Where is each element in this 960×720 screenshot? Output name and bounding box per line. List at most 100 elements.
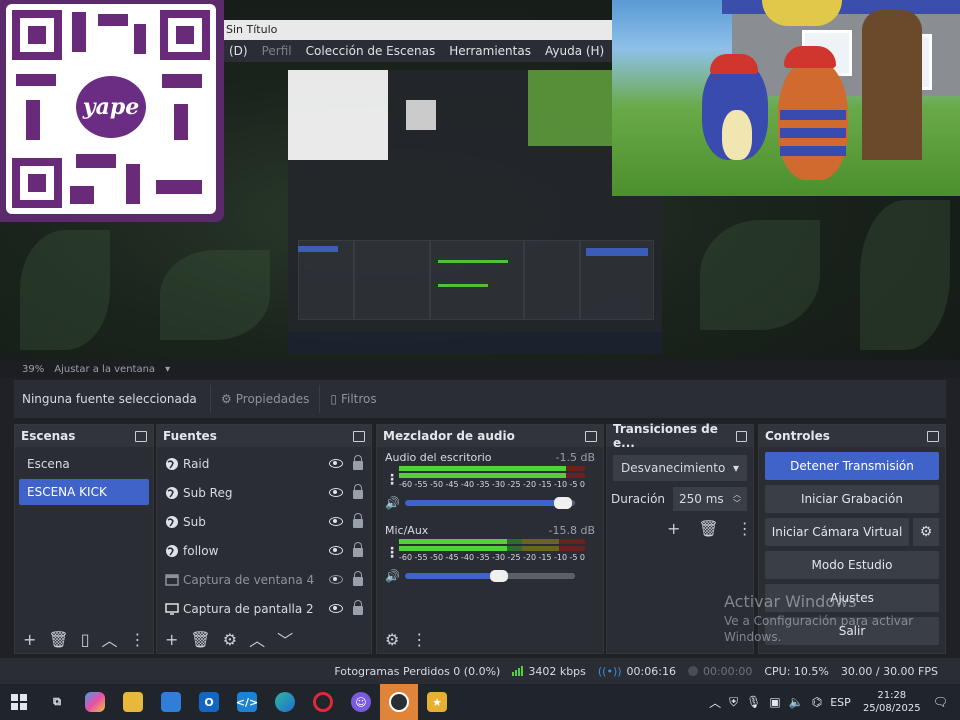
- volume-icon[interactable]: 🔈: [789, 695, 804, 709]
- network-icon[interactable]: ⌬: [812, 695, 822, 709]
- spinner-arrows-icon[interactable]: ︿ ﹀: [733, 490, 741, 508]
- menu-item-profile[interactable]: Perfil: [255, 44, 299, 58]
- trash-icon[interactable]: 🗑: [698, 519, 718, 538]
- source-item-captura-pantalla-2[interactable]: Captura de pantalla 2: [157, 594, 371, 623]
- chevron-up-icon[interactable]: ︿: [102, 627, 118, 651]
- copilot-app[interactable]: [76, 684, 114, 720]
- eye-icon[interactable]: [329, 488, 343, 497]
- source-item-raid[interactable]: Raid: [157, 449, 371, 478]
- add-icon[interactable]: +: [23, 630, 36, 649]
- eye-icon[interactable]: [329, 546, 343, 555]
- start-recording-button[interactable]: Iniciar Grabación: [765, 485, 939, 513]
- chevron-up-icon[interactable]: ︿: [709, 694, 721, 711]
- meter-tick-label: -25: [507, 480, 521, 489]
- undock-icon[interactable]: [585, 430, 597, 442]
- meter-tick-label: -15: [538, 480, 552, 489]
- add-icon[interactable]: +: [165, 630, 178, 649]
- speaker-icon[interactable]: 🔊: [385, 496, 401, 510]
- file-explorer-app[interactable]: [114, 684, 152, 720]
- slider-handle[interactable]: [554, 497, 573, 509]
- meter-level: [399, 539, 507, 544]
- mixer-toolbar: ⚙ ⋮: [377, 625, 603, 653]
- security-icon[interactable]: ⛨: [729, 695, 738, 710]
- source-item-follow[interactable]: follow: [157, 536, 371, 565]
- lock-icon[interactable]: [353, 542, 363, 557]
- chevron-down-icon[interactable]: ▾: [165, 364, 170, 375]
- start-virtual-camera-button[interactable]: Iniciar Cámara Virtual: [765, 518, 909, 546]
- undock-icon[interactable]: [735, 430, 747, 442]
- menu-item-help[interactable]: Ayuda (H): [538, 44, 611, 58]
- volume-slider[interactable]: [405, 497, 575, 509]
- trash-icon[interactable]: 🗑: [48, 630, 68, 649]
- duration-spinbox[interactable]: 250 ms ︿ ﹀: [673, 487, 747, 511]
- gear-icon[interactable]: ⚙: [385, 630, 399, 649]
- virtual-camera-settings-button[interactable]: ⚙: [913, 518, 939, 546]
- chevron-up-icon[interactable]: ︿: [249, 627, 265, 651]
- vscode-app[interactable]: </>: [228, 684, 266, 720]
- trash-icon[interactable]: 🗑: [190, 630, 210, 649]
- dock-title: Mezclador de audio: [383, 429, 515, 443]
- star-app[interactable]: ★: [418, 684, 456, 720]
- lock-icon[interactable]: [353, 484, 363, 499]
- display-icon[interactable]: ▣: [769, 695, 780, 709]
- lock-icon[interactable]: [353, 571, 363, 586]
- stop-streaming-button[interactable]: Detener Transmisión: [765, 452, 939, 480]
- notification-icon[interactable]: 🗨: [933, 695, 948, 709]
- scene-item-escena-kick[interactable]: ESCENA KICK: [19, 479, 149, 505]
- outlook-app[interactable]: O: [190, 684, 228, 720]
- obs-studio-app[interactable]: [380, 684, 418, 720]
- eye-icon[interactable]: [329, 604, 343, 613]
- more-vertical-icon[interactable]: ⋮: [411, 630, 427, 649]
- speaker-icon[interactable]: 🔊: [385, 569, 401, 583]
- more-vertical-icon[interactable]: ⋮: [130, 630, 146, 649]
- edge-icon: [275, 692, 295, 712]
- microphone-icon[interactable]: 🎙: [746, 695, 761, 709]
- filter-icon[interactable]: ▯: [81, 630, 90, 649]
- discord-app[interactable]: ☺: [342, 684, 380, 720]
- more-vertical-icon[interactable]: ⋮: [737, 519, 753, 538]
- task-view-button[interactable]: ⧉: [38, 684, 76, 720]
- clock[interactable]: 21:28 25/08/2025: [859, 689, 925, 715]
- opera-app[interactable]: [304, 684, 342, 720]
- eye-icon[interactable]: [329, 459, 343, 468]
- source-item-sub[interactable]: Sub: [157, 507, 371, 536]
- chevron-down-icon[interactable]: ﹀: [277, 627, 293, 651]
- menu-item-d[interactable]: (D): [222, 44, 255, 58]
- preview-canvas[interactable]: Sin Título (D) Perfil Colección de Escen…: [0, 0, 960, 360]
- status-bar: Fotogramas Perdidos 0 (0.0%) 3402 kbps (…: [0, 658, 960, 684]
- source-item-sub-reg[interactable]: Sub Reg: [157, 478, 371, 507]
- menu-item-scene-collection[interactable]: Colección de Escenas: [299, 44, 443, 58]
- add-icon[interactable]: +: [667, 519, 680, 538]
- volume-meter: -60 -55 -50 -45 -40 -35 -30 -25 -20 -15 -10 -5 0: [399, 539, 585, 567]
- more-vertical-icon[interactable]: ⋮: [385, 466, 399, 494]
- studio-mode-button[interactable]: Modo Estudio: [765, 551, 939, 579]
- volume-slider[interactable]: [405, 570, 575, 582]
- qr-finder: [12, 10, 62, 60]
- lock-icon[interactable]: [353, 513, 363, 528]
- undock-icon[interactable]: [135, 430, 147, 442]
- undock-icon[interactable]: [927, 430, 939, 442]
- nested-panel: [298, 240, 354, 320]
- lock-icon[interactable]: [353, 455, 363, 470]
- start-button[interactable]: [0, 684, 38, 720]
- lock-icon[interactable]: [353, 600, 363, 615]
- microsoft-store-app[interactable]: [152, 684, 190, 720]
- eye-off-icon[interactable]: [329, 575, 343, 584]
- properties-button[interactable]: ⚙ Propiedades: [210, 385, 319, 413]
- language-indicator[interactable]: ESP: [830, 696, 851, 709]
- filters-button[interactable]: ▯ Filtros: [319, 385, 386, 413]
- gear-icon[interactable]: ⚙: [223, 630, 237, 649]
- fit-to-window-select[interactable]: Ajustar a la ventana: [54, 364, 155, 375]
- nested-meter: [438, 284, 488, 287]
- tree: [862, 10, 922, 160]
- qr-module: [70, 186, 94, 204]
- slider-handle[interactable]: [489, 570, 508, 582]
- scene-item-escena[interactable]: Escena: [19, 451, 149, 477]
- eye-icon[interactable]: [329, 517, 343, 526]
- menu-item-tools[interactable]: Herramientas: [442, 44, 538, 58]
- transition-select[interactable]: Desvanecimiento ▾: [613, 455, 747, 481]
- more-vertical-icon[interactable]: ⋮: [385, 539, 399, 567]
- undock-icon[interactable]: [353, 430, 365, 442]
- edge-app[interactable]: [266, 684, 304, 720]
- source-item-captura-ventana-4[interactable]: Captura de ventana 4: [157, 565, 371, 594]
